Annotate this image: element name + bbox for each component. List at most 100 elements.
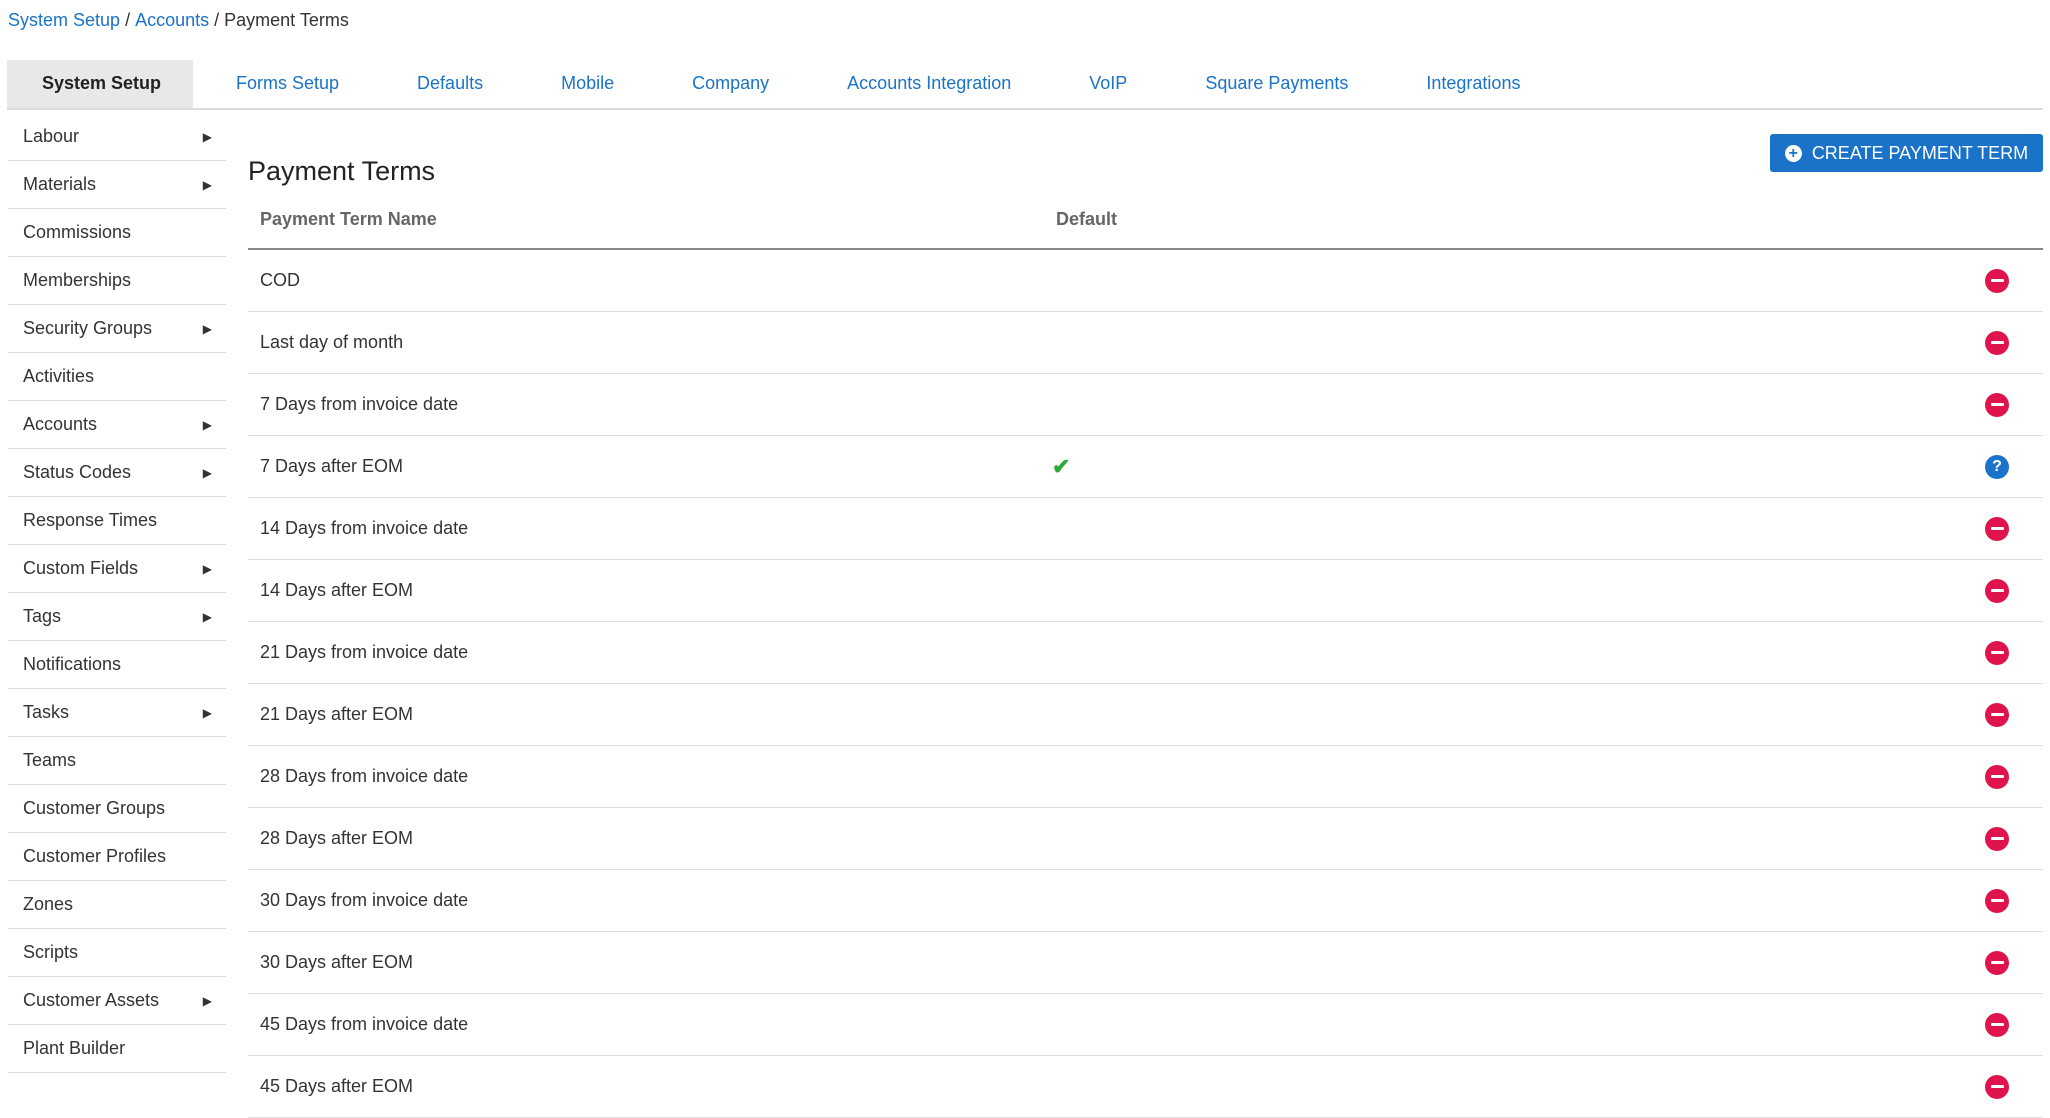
breadcrumb: System Setup / Accounts / Payment Terms (8, 10, 349, 31)
minus-circle-icon[interactable] (1985, 764, 2009, 789)
sidebar-item-label: Custom Fields (23, 558, 139, 578)
tab-defaults[interactable]: Defaults (378, 60, 522, 108)
check-icon: ✔ (1052, 453, 1071, 479)
create-payment-term-button[interactable]: + CREATE PAYMENT TERM (1770, 134, 2043, 172)
minus-circle-icon[interactable] (1985, 640, 2009, 665)
page-title: Payment Terms (248, 156, 436, 187)
tab-square-payments[interactable]: Square Payments (1166, 60, 1387, 108)
sidebar-item-materials[interactable]: Materials ▶ (8, 161, 226, 209)
tab-integrations[interactable]: Integrations (1387, 60, 1559, 108)
triangle-right-icon: ▶ (202, 465, 212, 480)
payment-term-name: 28 Days after EOM (260, 828, 414, 848)
breadcrumb-separator: / (125, 10, 131, 30)
tab-voip[interactable]: VoIP (1050, 60, 1166, 108)
create-payment-term-label: CREATE PAYMENT TERM (1811, 142, 2029, 163)
sidebar-item-label: Accounts (23, 414, 98, 434)
payment-term-name: 21 Days from invoice date (260, 642, 469, 662)
table-row: 14 Days from invoice date (248, 498, 2043, 560)
minus-circle-icon[interactable] (1985, 578, 2009, 603)
table-row: 45 Days from invoice date (248, 994, 2043, 1056)
minus-circle-icon[interactable] (1985, 702, 2009, 727)
payment-term-name: 14 Days from invoice date (260, 518, 469, 538)
sidebar-item-status-codes[interactable]: Status Codes ▶ (8, 449, 226, 497)
sidebar-item-label: Status Codes (23, 462, 132, 482)
triangle-right-icon: ▶ (202, 129, 212, 144)
payment-term-name: 14 Days after EOM (260, 580, 414, 600)
sidebar-item-zones[interactable]: Zones (8, 881, 226, 929)
column-header-default: Default (1056, 208, 1118, 229)
sidebar-item-label: Tasks (23, 702, 70, 722)
minus-circle-icon[interactable] (1985, 1074, 2009, 1099)
sidebar-item-activities[interactable]: Activities (8, 353, 226, 401)
sidebar-item-scripts[interactable]: Scripts (8, 929, 226, 977)
tab-system-setup[interactable]: System Setup (7, 60, 193, 108)
sidebar-item-response-times[interactable]: Response Times (8, 497, 226, 545)
sidebar-item-label: Teams (23, 750, 77, 770)
sidebar-item-labour[interactable]: Labour ▶ (8, 113, 226, 161)
sidebar-item-customer-groups[interactable]: Customer Groups (8, 785, 226, 833)
table-row: 28 Days from invoice date (248, 746, 2043, 808)
minus-circle-icon[interactable] (1985, 1012, 2009, 1037)
payment-term-name: COD (260, 270, 300, 290)
sidebar-item-label: Scripts (23, 942, 79, 962)
payment-term-name: 30 Days after EOM (260, 952, 414, 972)
payment-term-name: 45 Days after EOM (260, 1076, 414, 1096)
payment-term-name: 45 Days from invoice date (260, 1014, 469, 1034)
breadcrumb-accounts[interactable]: Accounts (135, 10, 209, 30)
triangle-right-icon: ▶ (202, 993, 212, 1008)
table-body: COD Last day of month 7 Days from invoice … (248, 250, 2043, 1118)
sidebar-item-label: Activities (23, 366, 95, 386)
table-row: 21 Days after EOM (248, 684, 2043, 746)
table-row: COD (248, 250, 2043, 312)
payment-terms-table: Payment Term Name Default COD Last day of… (248, 190, 2043, 1118)
sidebar-item-label: Response Times (23, 510, 158, 530)
minus-circle-icon[interactable] (1985, 950, 2009, 975)
sidebar-item-label: Customer Assets (23, 990, 160, 1010)
minus-circle-icon[interactable] (1985, 268, 2009, 293)
table-row: 7 Days from invoice date (248, 374, 2043, 436)
payment-term-name: 28 Days from invoice date (260, 766, 469, 786)
table-header: Payment Term Name Default (248, 190, 2043, 250)
sidebar-item-commissions[interactable]: Commissions (8, 209, 226, 257)
sidebar-item-label: Security Groups (23, 318, 153, 338)
triangle-right-icon: ▶ (202, 177, 212, 192)
question-circle-icon[interactable]: ? (1985, 454, 2009, 479)
sidebar-item-plant-builder[interactable]: Plant Builder (8, 1025, 226, 1073)
minus-circle-icon[interactable] (1985, 330, 2009, 355)
sidebar-item-tags[interactable]: Tags ▶ (8, 593, 226, 641)
sidebar-item-customer-profiles[interactable]: Customer Profiles (8, 833, 226, 881)
table-row: 14 Days after EOM (248, 560, 2043, 622)
sidebar-item-customer-assets[interactable]: Customer Assets ▶ (8, 977, 226, 1025)
sidebar-item-custom-fields[interactable]: Custom Fields ▶ (8, 545, 226, 593)
sidebar-item-label: Customer Profiles (23, 846, 167, 866)
sidebar-item-label: Customer Groups (23, 798, 166, 818)
tab-accounts-integration[interactable]: Accounts Integration (808, 60, 1050, 108)
breadcrumb-current: Payment Terms (224, 10, 349, 30)
table-row: 45 Days after EOM (248, 1056, 2043, 1118)
table-row: 21 Days from invoice date (248, 622, 2043, 684)
top-tabs: System Setup Forms Setup Defaults Mobile… (7, 60, 2043, 110)
sidebar-item-notifications[interactable]: Notifications (8, 641, 226, 689)
sidebar-item-label: Tags (23, 606, 62, 626)
tab-mobile[interactable]: Mobile (522, 60, 653, 108)
sidebar-item-label: Commissions (23, 222, 132, 242)
sidebar-item-accounts[interactable]: Accounts ▶ (8, 401, 226, 449)
triangle-right-icon: ▶ (202, 609, 212, 624)
sidebar-item-label: Zones (23, 894, 74, 914)
sidebar-item-memberships[interactable]: Memberships (8, 257, 226, 305)
payment-term-name: 7 Days after EOM (260, 456, 404, 476)
payment-term-name: Last day of month (260, 332, 404, 352)
minus-circle-icon[interactable] (1985, 888, 2009, 913)
sidebar-item-tasks[interactable]: Tasks ▶ (8, 689, 226, 737)
sidebar-item-teams[interactable]: Teams (8, 737, 226, 785)
table-row: 7 Days after EOM ✔? (248, 436, 2043, 498)
minus-circle-icon[interactable] (1985, 392, 2009, 417)
tab-forms-setup[interactable]: Forms Setup (197, 60, 378, 108)
default-cell: ✔ (1052, 454, 1356, 480)
minus-circle-icon[interactable] (1985, 516, 2009, 541)
minus-circle-icon[interactable] (1985, 826, 2009, 851)
tab-company[interactable]: Company (653, 60, 808, 108)
sidebar-item-security-groups[interactable]: Security Groups ▶ (8, 305, 226, 353)
plus-circle-icon: + (1784, 144, 1802, 162)
breadcrumb-system-setup[interactable]: System Setup (8, 10, 120, 30)
